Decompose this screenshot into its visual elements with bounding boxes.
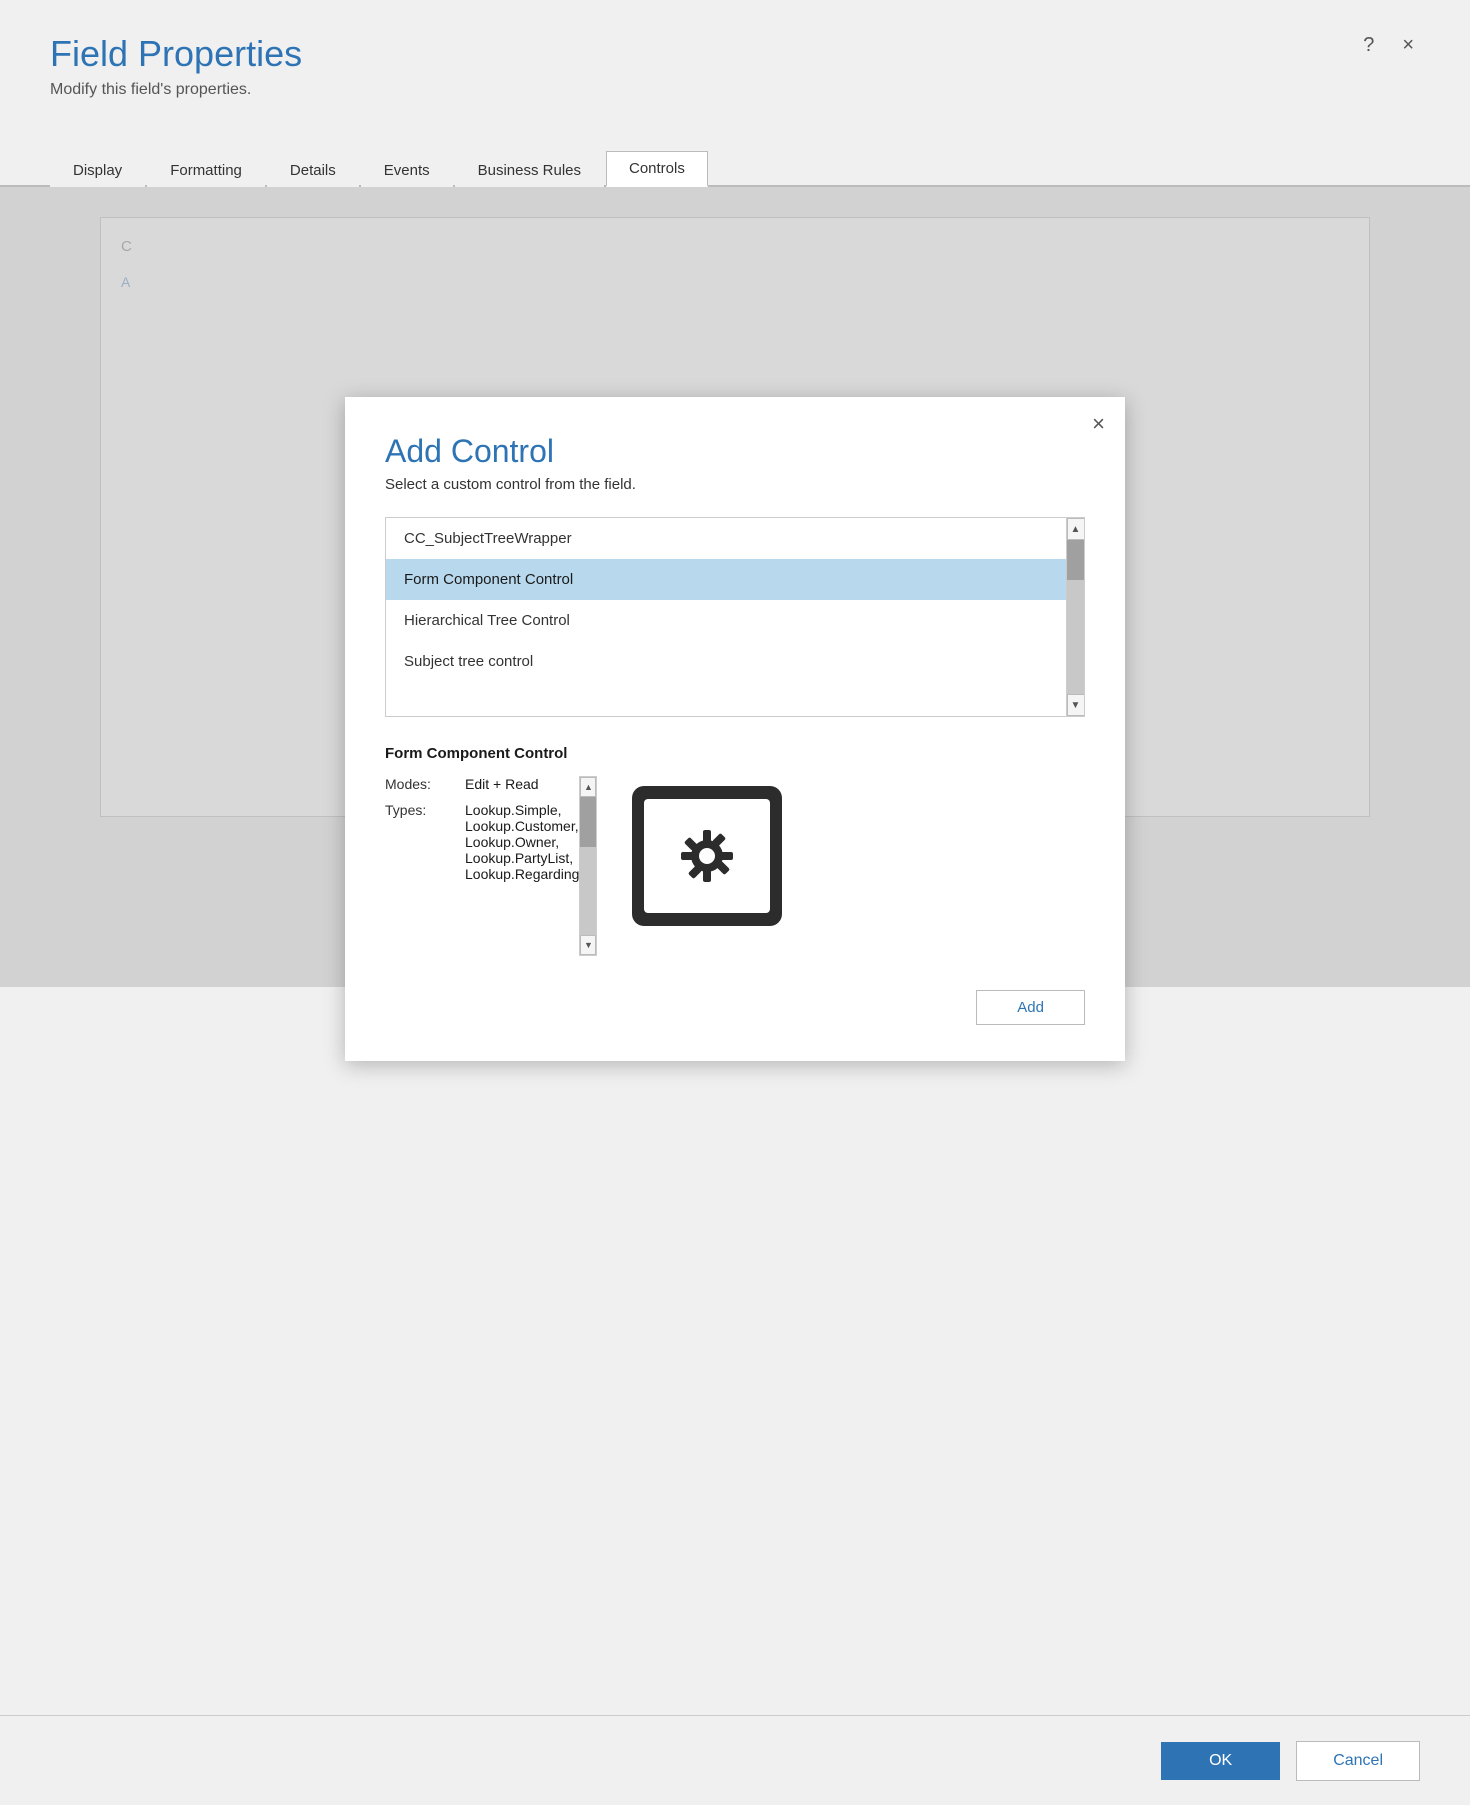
- window-controls: ? ×: [1357, 32, 1420, 59]
- window-header: Field Properties Modify this field's pro…: [0, 0, 1470, 119]
- modal-close-button[interactable]: ×: [1092, 413, 1105, 435]
- tab-events[interactable]: Events: [361, 153, 453, 187]
- details-body: Modes: Edit + Read Types: Lookup.Simple,…: [385, 776, 1085, 956]
- scroll-track: [1067, 540, 1084, 694]
- tab-business-rules[interactable]: Business Rules: [455, 153, 604, 187]
- bottom-bar: OK Cancel: [0, 1715, 1470, 1805]
- types-label: Types:: [385, 802, 465, 818]
- modes-label: Modes:: [385, 776, 465, 792]
- details-scroll-track: [580, 797, 596, 935]
- scroll-down-arrow[interactable]: ▼: [1067, 694, 1085, 716]
- list-item-cc-subject-tree-wrapper[interactable]: CC_SubjectTreeWrapper: [386, 518, 1066, 559]
- control-details: Form Component Control Modes: Edit + Rea…: [385, 745, 1085, 956]
- list-item-form-component-control[interactable]: Form Component Control: [386, 559, 1066, 600]
- tab-display[interactable]: Display: [50, 153, 145, 187]
- close-window-button[interactable]: ×: [1396, 32, 1420, 59]
- scroll-up-arrow[interactable]: ▲: [1067, 518, 1085, 540]
- modes-value: Edit + Read: [465, 776, 539, 792]
- control-list[interactable]: CC_SubjectTreeWrapper Form Component Con…: [385, 517, 1085, 717]
- tabs-bar: Display Formatting Details Events Busine…: [0, 149, 1470, 187]
- types-value: Lookup.Simple, Lookup.Customer, Lookup.O…: [465, 802, 579, 882]
- details-modes-row: Modes: Edit + Read: [385, 776, 579, 792]
- add-control-modal: × Add Control Select a custom control fr…: [345, 397, 1125, 1061]
- details-scroll-up[interactable]: ▲: [580, 777, 596, 797]
- details-scroll-down[interactable]: ▼: [580, 935, 596, 955]
- modal-subtitle: Select a custom control from the field.: [385, 476, 1085, 493]
- window-title: Field Properties: [50, 32, 1420, 75]
- details-types-row: Types: Lookup.Simple, Lookup.Customer, L…: [385, 802, 579, 882]
- main-window: Field Properties Modify this field's pro…: [0, 0, 1470, 1805]
- tab-controls[interactable]: Controls: [606, 151, 708, 187]
- window-subtitle: Modify this field's properties.: [50, 81, 1420, 99]
- control-list-items: CC_SubjectTreeWrapper Form Component Con…: [386, 518, 1066, 716]
- cancel-button[interactable]: Cancel: [1296, 1741, 1420, 1781]
- scroll-thumb: [1067, 540, 1084, 580]
- list-scrollbar: ▲ ▼: [1066, 518, 1084, 716]
- list-item-subject-tree-control[interactable]: Subject tree control: [386, 641, 1066, 682]
- details-scroll-container: Modes: Edit + Read Types: Lookup.Simple,…: [385, 776, 597, 956]
- tab-details[interactable]: Details: [267, 153, 359, 187]
- details-title: Form Component Control: [385, 745, 1085, 762]
- add-button[interactable]: Add: [976, 990, 1085, 1025]
- modal-title: Add Control: [385, 433, 1085, 470]
- list-item-hierarchical-tree-control[interactable]: Hierarchical Tree Control: [386, 600, 1066, 641]
- details-scroll-thumb: [580, 797, 596, 847]
- help-button[interactable]: ?: [1357, 32, 1380, 59]
- details-scrollbar: ▲ ▼: [579, 776, 597, 956]
- ok-button[interactable]: OK: [1161, 1742, 1280, 1780]
- details-text-area: Modes: Edit + Read Types: Lookup.Simple,…: [385, 776, 579, 956]
- tab-formatting[interactable]: Formatting: [147, 153, 265, 187]
- modal-footer: Add: [385, 980, 1085, 1025]
- content-area: C A × Add Control Select a custom contro…: [0, 187, 1470, 987]
- control-icon-illustration: [617, 776, 797, 936]
